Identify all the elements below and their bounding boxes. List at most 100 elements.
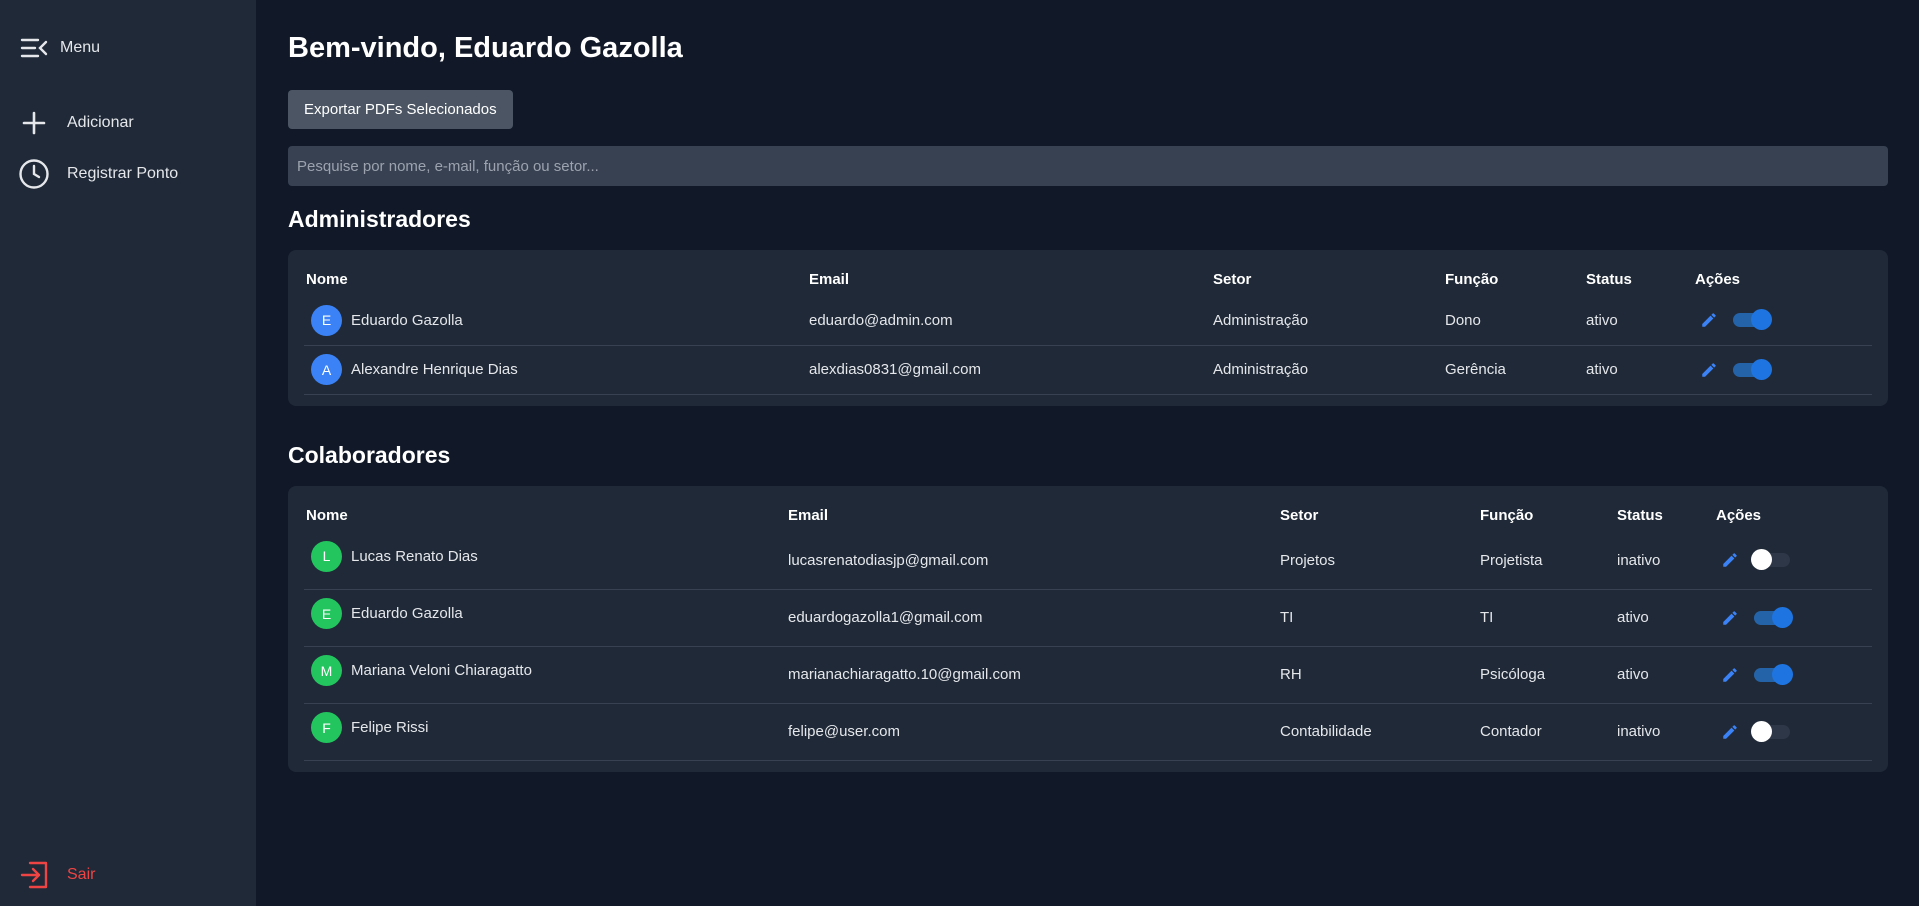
cell-funcao: Gerência [1443,345,1584,395]
cell-funcao: TI [1478,589,1615,647]
logout-button[interactable]: Sair [18,859,95,891]
pencil-icon[interactable] [1721,551,1739,569]
cell-setor: TI [1278,589,1478,647]
table-header-row: Nome Email Setor Função Status Ações [304,262,1872,296]
col-header-email: Email [788,506,829,524]
row-actions [1716,663,1870,685]
cell-status: ativo [1615,589,1714,647]
cell-funcao: Projetista [1478,532,1615,590]
sidebar: Menu Adicionar Registrar Ponto Sair [0,0,256,906]
status-toggle[interactable] [1754,663,1793,685]
sidebar-menu-label: Menu [60,39,101,56]
cell-nome: M Mariana Veloni Chiaragatto [304,646,786,704]
avatar: A [311,354,342,385]
user-name: Alexandre Henrique Dias [351,361,518,378]
pencil-icon[interactable] [1700,311,1718,329]
avatar: E [311,304,342,336]
pencil-icon[interactable] [1721,723,1739,741]
collaborators-section-title: Colaboradores [288,442,451,468]
cell-setor: Projetos [1278,532,1478,590]
user-name: Mariana Veloni Chiaragatto [351,662,532,679]
cell-acoes [1693,345,1872,395]
pencil-icon[interactable] [1721,666,1739,684]
logout-icon [18,859,50,891]
cell-acoes [1714,589,1872,647]
admins-table: Nome Email Setor Função Status Ações E Ed… [304,262,1872,395]
status-toggle[interactable] [1754,606,1793,628]
cell-nome: A Alexandre Henrique Dias [304,345,807,395]
sidebar-item-registrar-ponto[interactable]: Registrar Ponto [18,158,178,190]
table-row: F Felipe Rissi felipe@user.com Contabilidad… [304,703,1872,761]
cell-email: eduardo@admin.com [807,296,1211,346]
cell-setor: RH [1278,646,1478,704]
toggle-knob [1751,358,1772,380]
user-name: Felipe Rissi [351,719,429,736]
user-name: Lucas Renato Dias [351,547,478,565]
plus-icon [18,107,50,139]
cell-setor: Administração [1211,296,1443,346]
cell-status: ativo [1615,646,1714,704]
export-pdfs-button[interactable]: Exportar PDFs Selecionados [288,90,513,129]
cell-email: eduardogazolla1@gmail.com [786,589,1278,647]
admins-table-card: Nome Email Setor Função Status Ações E Ed… [288,250,1888,406]
col-header-nome: Nome [306,506,348,524]
col-header-setor: Setor [1280,506,1319,524]
avatar: M [311,655,342,686]
row-actions [1716,720,1870,742]
status-toggle[interactable] [1733,309,1772,331]
name-cell: M Mariana Veloni Chiaragatto [306,655,784,686]
toggle-knob [1751,549,1772,571]
menu-collapse-icon [18,32,50,64]
col-header-nome: Nome [306,270,348,288]
cell-funcao: Psicóloga [1478,646,1615,704]
cell-status: inativo [1615,703,1714,761]
cell-nome: E Eduardo Gazolla [304,589,786,647]
toggle-knob [1751,720,1772,742]
cell-status: ativo [1584,345,1693,395]
status-toggle[interactable] [1751,549,1790,571]
pencil-icon[interactable] [1721,609,1739,627]
sidebar-menu-toggle[interactable]: Menu [18,32,100,64]
toggle-knob [1772,663,1793,685]
avatar: F [311,712,342,743]
table-header-row: Nome Email Setor Função Status Ações [304,498,1872,532]
table-row: E Eduardo Gazolla eduardo@admin.com Adminis… [304,296,1872,346]
row-actions [1695,309,1870,331]
cell-acoes [1714,703,1872,761]
col-header-status: Status [1586,270,1632,288]
search-input[interactable] [288,146,1888,186]
name-cell: F Felipe Rissi [306,712,784,743]
toggle-knob [1772,606,1793,628]
user-name: Eduardo Gazolla [351,311,463,329]
sidebar-item-label: Registrar Ponto [67,165,179,182]
col-header-acoes: Ações [1695,270,1741,288]
cell-setor: Contabilidade [1278,703,1478,761]
cell-status: inativo [1615,532,1714,590]
cell-email: felipe@user.com [786,703,1278,761]
cell-nome: E Eduardo Gazolla [304,296,807,346]
col-header-email: Email [809,270,850,288]
cell-nome: L Lucas Renato Dias [304,532,786,590]
avatar: L [311,540,342,572]
page-title: Bem-vindo, Eduardo Gazolla [288,32,683,64]
sidebar-item-adicionar[interactable]: Adicionar [18,107,134,139]
user-name: Eduardo Gazolla [351,605,463,622]
cell-nome: F Felipe Rissi [304,703,786,761]
cell-acoes [1693,296,1872,346]
status-toggle[interactable] [1733,358,1772,380]
cell-funcao: Contador [1478,703,1615,761]
avatar: E [311,598,342,629]
name-cell: L Lucas Renato Dias [306,540,784,572]
logout-label: Sair [67,866,96,883]
row-actions [1716,606,1870,628]
admins-section-title: Administradores [288,206,471,232]
table-row: E Eduardo Gazolla eduardogazolla1@gmail.co… [304,589,1872,647]
table-row: L Lucas Renato Dias lucasrenatodiasjp@gmai… [304,532,1872,590]
status-toggle[interactable] [1751,720,1790,742]
row-actions [1716,549,1870,571]
col-header-acoes: Ações [1716,506,1762,524]
cell-funcao: Dono [1443,296,1584,346]
cell-status: ativo [1584,296,1693,346]
col-header-status: Status [1617,506,1663,524]
pencil-icon[interactable] [1700,361,1718,379]
